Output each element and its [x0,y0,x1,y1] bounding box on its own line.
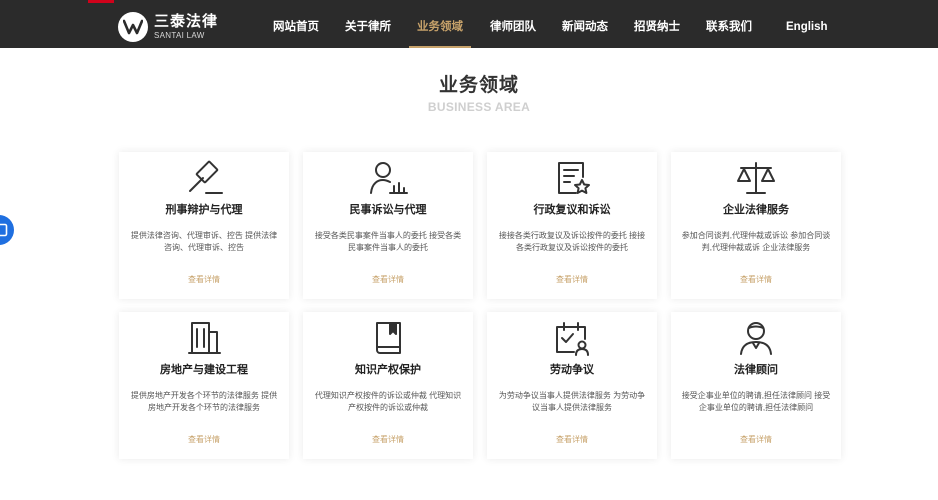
scales-icon [736,159,776,197]
floating-contact-button[interactable] [0,215,14,245]
section-title: 业务领域 [438,75,519,96]
service-card-ip[interactable]: 知识产权保护 代理知识产权按件的诉讼或仲裁 代理知识产权按件的诉讼或仲裁 查看详… [303,312,473,459]
card-description: 参加合同谈判,代理仲裁或诉讼 参加合同谈判,代理仲裁或诉 企业法律服务 [681,231,831,252]
service-card-enterprise[interactable]: 企业法律服务 参加合同谈判,代理仲裁或诉讼 参加合同谈判,代理仲裁或诉 企业法律… [671,152,841,299]
advisor-icon [736,319,776,357]
section-subtitle: BUSINESS AREA [427,100,531,114]
card-title: 民事诉讼与代理 [349,204,427,216]
view-details-link[interactable]: 查看详情 [303,274,473,285]
service-card-administrative[interactable]: 行政复议和诉讼 接接各类行政复议及诉讼按件的委托 接接各类行政复议及诉讼按件的委… [487,152,657,299]
nav-item-about[interactable]: 关于律所 [345,0,391,48]
nav-item-careers[interactable]: 招贤纳士 [634,0,680,48]
nav-item-contact[interactable]: 联系我们 [706,0,752,48]
gavel-icon [184,159,224,197]
service-card-civil[interactable]: 民事诉讼与代理 接受各类民事案件当事人的委托 接受各类民事案件当事人的委托 查看… [303,152,473,299]
card-description: 提供法律咨询、代理审诉、控告 提供法律咨询、代理审诉、控告 [130,231,278,252]
view-details-link[interactable]: 查看详情 [487,434,657,445]
view-details-link[interactable]: 查看详情 [119,274,289,285]
card-title: 劳动争议 [550,364,594,376]
card-description: 代理知识产权按件的诉讼或仲裁 代理知识产权按件的诉讼或仲裁 [314,391,462,412]
person-chart-icon [368,159,408,197]
card-description: 接受各类民事案件当事人的委托 接受各类民事案件当事人的委托 [314,231,462,252]
card-description: 接接各类行政复议及诉讼按件的委托 接接各类行政复议及诉讼按件的委托 [498,231,646,252]
nav-item-english[interactable]: English [786,0,828,48]
card-title: 企业法律服务 [723,204,789,216]
service-card-real-estate[interactable]: 房地产与建设工程 提供房地产开发各个环节的法律服务 提供房地产开发各个环节的法律… [119,312,289,459]
service-card-criminal[interactable]: 刑事辩护与代理 提供法律咨询、代理审诉、控告 提供法律咨询、代理审诉、控告 查看… [119,152,289,299]
view-details-link[interactable]: 查看详情 [671,434,841,445]
document-star-icon [552,159,592,197]
card-description: 为劳动争议当事人提供法律服务 为劳动争议当事人提供法律服务 [498,391,646,412]
card-title: 刑事辩护与代理 [165,204,243,216]
card-title: 法律顾问 [734,364,778,376]
card-description: 提供房地产开发各个环节的法律服务 提供房地产开发各个环节的法律服务 [130,391,278,412]
view-details-link[interactable]: 查看详情 [671,274,841,285]
view-details-link[interactable]: 查看详情 [119,434,289,445]
nav-item-business[interactable]: 业务领域 [409,0,471,48]
nav-item-lawyers[interactable]: 律师团队 [490,0,536,48]
building-icon [184,319,224,357]
nav-item-news[interactable]: 新闻动态 [562,0,608,48]
card-title: 行政复议和诉讼 [533,204,611,216]
view-details-link[interactable]: 查看详情 [303,434,473,445]
service-card-legal-advisor[interactable]: 法律顾问 接受企事业单位的聘请,担任法律顾问 接受企事业单位的聘请,担任法律顾问… [671,312,841,459]
nav-item-home[interactable]: 网站首页 [273,0,319,48]
service-card-labor[interactable]: 劳动争议 为劳动争议当事人提供法律服务 为劳动争议当事人提供法律服务 查看详情 [487,312,657,459]
card-title: 房地产与建设工程 [160,364,248,376]
main-nav: 网站首页 关于律所 业务领域 律师团队 新闻动态 招贤纳士 联系我们 Engli… [0,0,938,48]
calendar-person-icon [552,319,592,357]
chat-icon [0,223,8,237]
book-icon [368,319,408,357]
top-navigation-bar: 三泰法律 SANTAI LAW 网站首页 关于律所 业务领域 律师团队 新闻动态… [0,0,938,48]
card-description: 接受企事业单位的聘请,担任法律顾问 接受企事业单位的聘请,担任法律顾问 [681,391,831,412]
card-title: 知识产权保护 [355,364,421,376]
view-details-link[interactable]: 查看详情 [487,274,657,285]
